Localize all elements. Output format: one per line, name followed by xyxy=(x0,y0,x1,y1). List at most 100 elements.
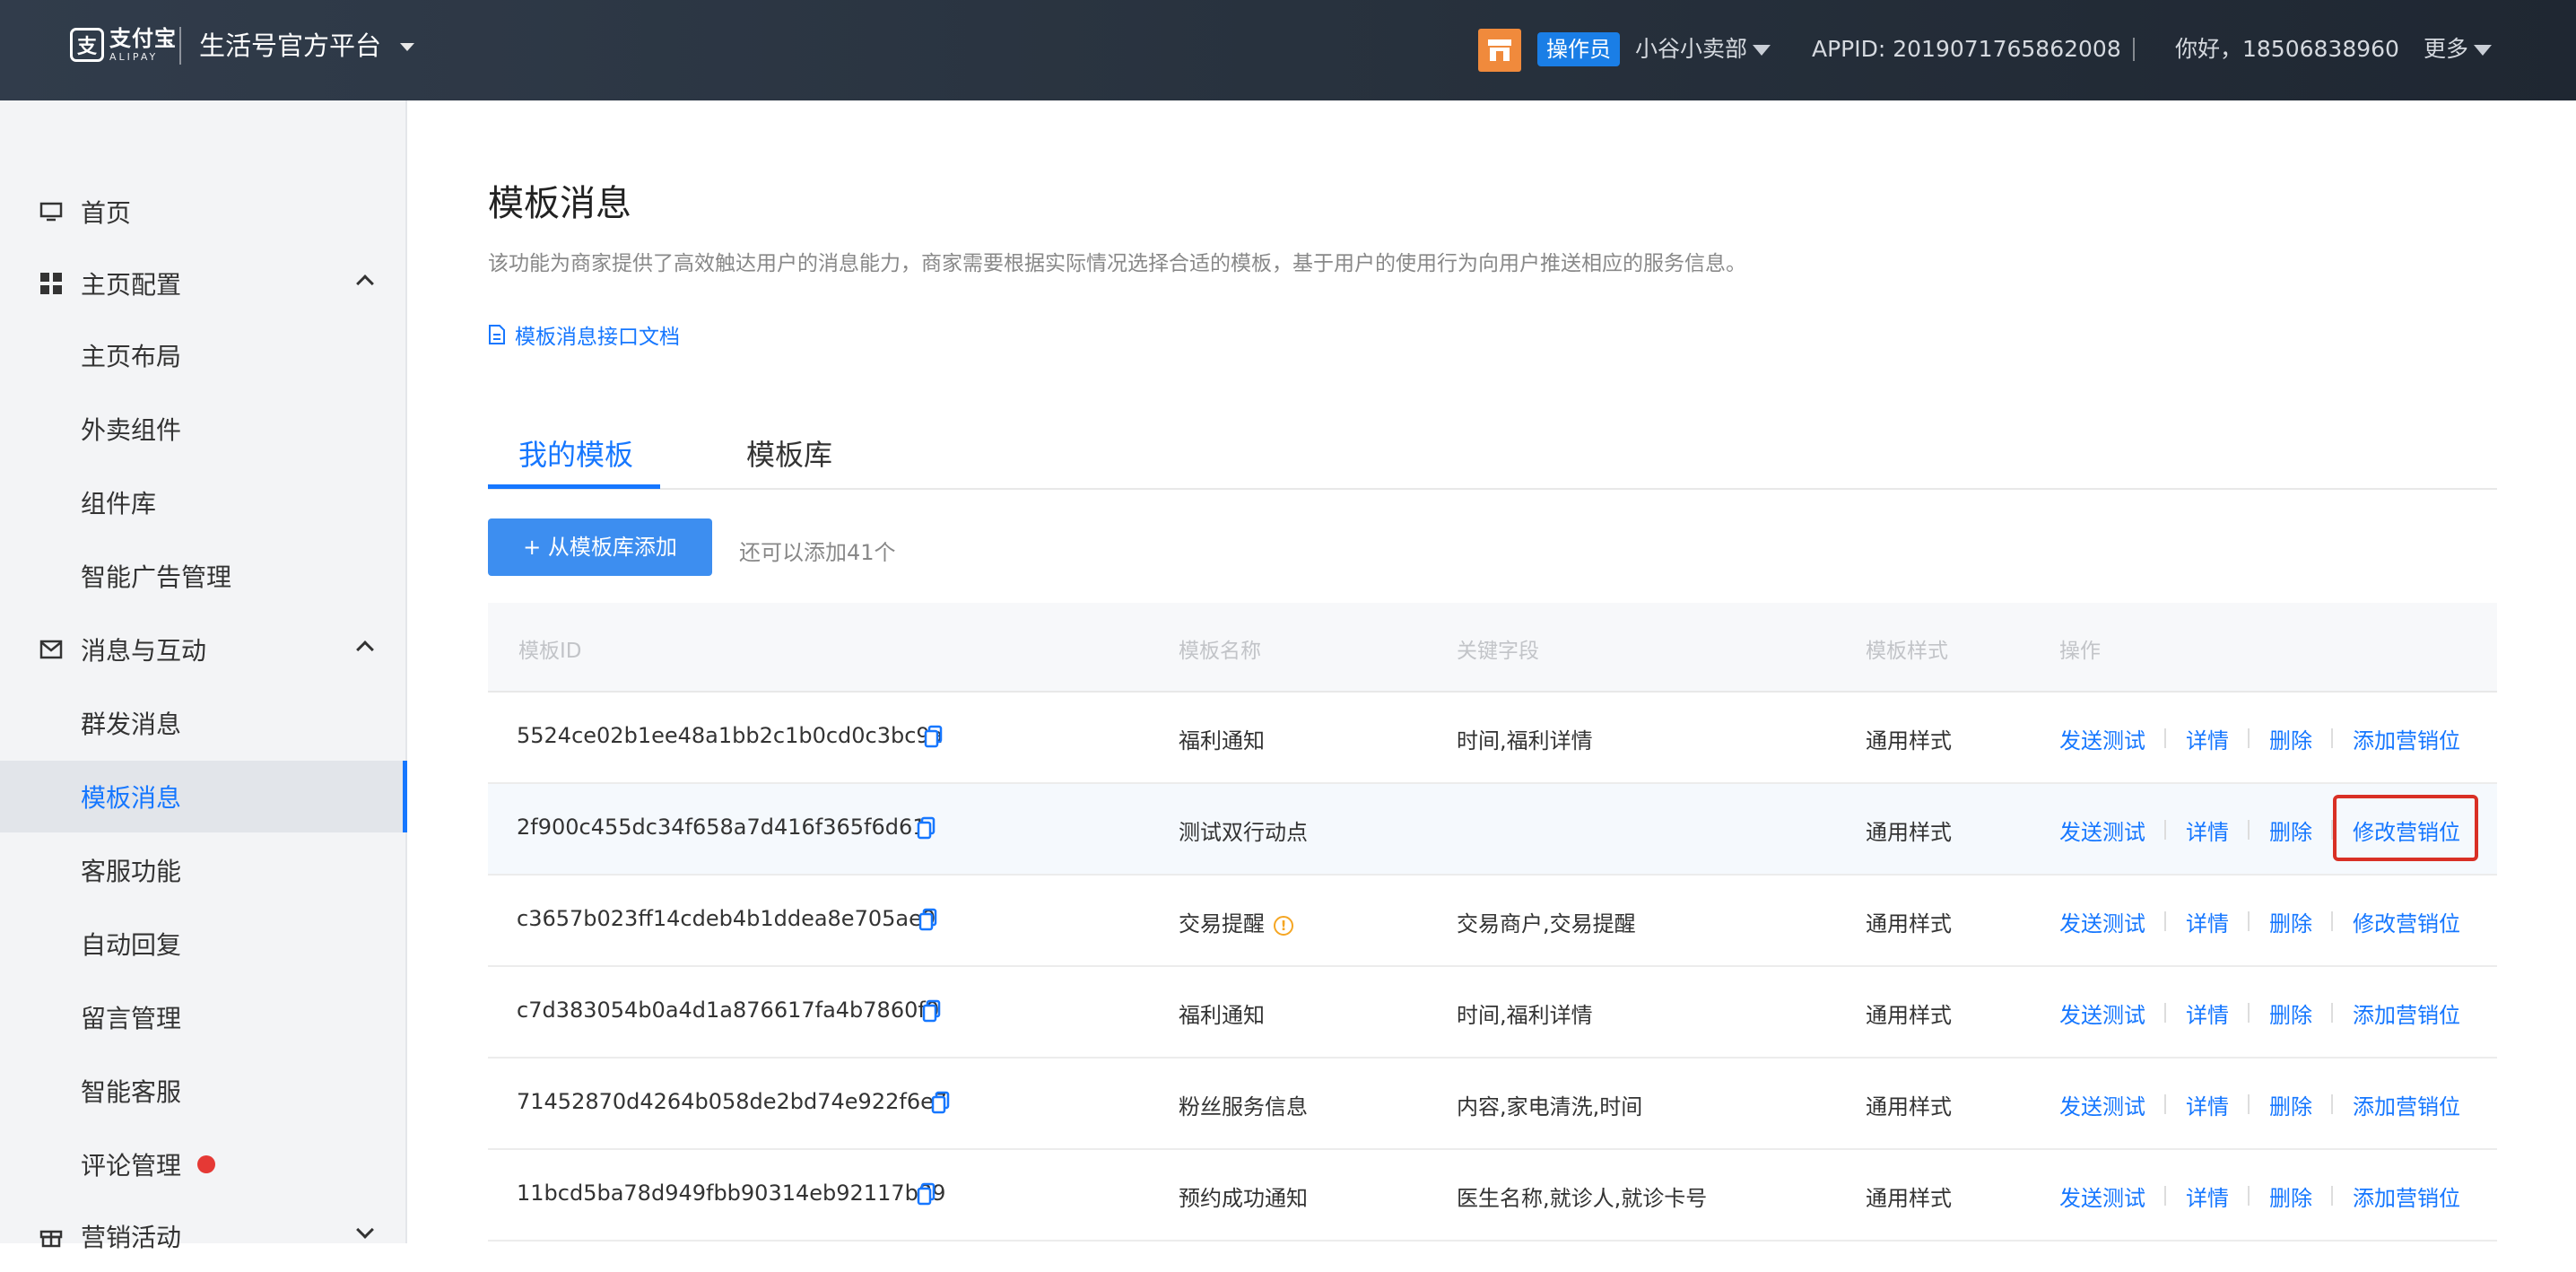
page-title: 模板消息 xyxy=(488,183,631,224)
shop-icon xyxy=(1478,29,1521,72)
page-description: 该功能为商家提供了高效触达用户的消息能力，商家需要根据实际情况选择合适的模板，基… xyxy=(488,252,1746,275)
action-divider xyxy=(2248,728,2250,748)
remaining-quota-hint: 还可以添加41个 xyxy=(739,540,896,565)
sidebar-item-auto-reply[interactable]: 自动回复 xyxy=(0,908,405,980)
sidebar-item-label: 留言管理 xyxy=(81,1004,182,1033)
sidebar-item-label: 组件库 xyxy=(81,489,157,518)
details-link[interactable]: 详情 xyxy=(2186,998,2229,1029)
details-link[interactable]: 详情 xyxy=(2186,1181,2229,1212)
details-link[interactable]: 详情 xyxy=(2186,815,2229,846)
send-test-link[interactable]: 发送测试 xyxy=(2059,1181,2145,1212)
sidebar-item-customer-service[interactable]: 客服功能 xyxy=(0,834,405,906)
sidebar-item-message-board[interactable]: 留言管理 xyxy=(0,981,405,1053)
table-header: 模板ID 模板名称 关键字段 模板样式 操作 xyxy=(488,603,2497,693)
templates-table: 模板ID 模板名称 关键字段 模板样式 操作 5524ce02b1ee48a1b… xyxy=(488,603,2497,1242)
table-row: 71452870d4264b058de2bd74e922f6e7 粉丝服务信息 … xyxy=(488,1059,2497,1150)
template-style: 通用样式 xyxy=(1866,1186,1952,1211)
delete-link[interactable]: 删除 xyxy=(2269,815,2312,846)
copy-icon[interactable] xyxy=(918,908,940,933)
sidebar-item-smart-service[interactable]: 智能客服 xyxy=(0,1055,405,1127)
sidebar-item-label: 首页 xyxy=(81,198,132,228)
action-divider xyxy=(2331,1186,2333,1206)
table-row: 5524ce02b1ee48a1bb2c1b0cd0c3bc9a 福利通知 时间… xyxy=(488,693,2497,784)
marketing-slot-link[interactable]: 添加营销位 xyxy=(2353,723,2460,754)
copy-icon[interactable] xyxy=(917,816,938,841)
monitor-icon xyxy=(38,198,65,225)
template-id: 2f900c455dc34f658a7d416f365f6d61 xyxy=(517,815,927,840)
sidebar-item-label: 营销活动 xyxy=(81,1223,182,1252)
alipay-logo[interactable]: 支 支付宝 ALIPAY xyxy=(70,27,177,63)
column-header-style: 模板样式 xyxy=(1866,640,1948,663)
delete-link[interactable]: 删除 xyxy=(2269,723,2312,754)
sidebar-item-comment-management[interactable]: 评论管理 xyxy=(0,1128,405,1200)
delete-link[interactable]: 删除 xyxy=(2269,1181,2312,1212)
alipay-logo-mark: 支 xyxy=(70,28,104,62)
send-test-link[interactable]: 发送测试 xyxy=(2059,906,2145,937)
template-api-doc-link[interactable]: 模板消息接口文档 xyxy=(488,319,680,350)
appid-text: APPID: 2019071765862008 xyxy=(1812,36,2121,62)
sidebar-item-template-messages[interactable]: 模板消息 xyxy=(0,761,407,832)
sidebar-item-messages-interaction[interactable]: 消息与互动 xyxy=(0,614,405,685)
add-from-library-button[interactable]: + 从模板库添加 xyxy=(488,518,712,576)
send-test-link[interactable]: 发送测试 xyxy=(2059,998,2145,1029)
shop-dropdown-caret-icon[interactable] xyxy=(1753,45,1771,56)
column-header-fields: 关键字段 xyxy=(1457,640,1539,663)
copy-icon[interactable] xyxy=(922,999,944,1024)
template-style: 通用样式 xyxy=(1866,911,1952,937)
sidebar-item-homepage-layout[interactable]: 主页布局 xyxy=(0,319,405,391)
marketing-slot-link[interactable]: 添加营销位 xyxy=(2353,1089,2460,1120)
action-divider xyxy=(2164,1094,2166,1114)
copy-icon[interactable] xyxy=(931,1091,953,1116)
header-divider xyxy=(2133,38,2135,61)
action-divider xyxy=(2248,820,2250,840)
marketing-slot-link[interactable]: 添加营销位 xyxy=(2353,1181,2460,1212)
sidebar-item-component-library[interactable]: 组件库 xyxy=(0,466,405,538)
template-id: 11bcd5ba78d949fbb90314eb92117b89 xyxy=(517,1181,946,1206)
platform-title[interactable]: 生活号官方平台 xyxy=(199,27,381,65)
details-link[interactable]: 详情 xyxy=(2186,723,2229,754)
warning-icon[interactable]: ! xyxy=(1274,916,1293,936)
template-fields: 时间,福利详情 xyxy=(1457,1003,1593,1028)
sidebar-item-label: 评论管理 xyxy=(81,1151,182,1181)
marketing-slot-link[interactable]: 添加营销位 xyxy=(2353,998,2460,1029)
sidebar-item-broadcast[interactable]: 群发消息 xyxy=(0,687,405,759)
sidebar-item-label: 外卖组件 xyxy=(81,415,182,445)
template-style: 通用样式 xyxy=(1866,820,1952,845)
column-header-name: 模板名称 xyxy=(1179,640,1261,663)
template-id: 71452870d4264b058de2bd74e922f6e7 xyxy=(517,1089,948,1114)
column-header-id: 模板ID xyxy=(518,640,582,663)
platform-dropdown-caret-icon[interactable] xyxy=(400,43,414,51)
more-menu[interactable]: 更多 xyxy=(2424,32,2468,66)
shop-switcher[interactable]: 小谷小卖部 xyxy=(1635,32,1747,66)
chevron-down-icon xyxy=(356,1221,374,1239)
details-link[interactable]: 详情 xyxy=(2186,1089,2229,1120)
template-name: 预约成功通知 xyxy=(1179,1186,1308,1211)
details-link[interactable]: 详情 xyxy=(2186,906,2229,937)
copy-icon[interactable] xyxy=(924,725,945,750)
copy-icon[interactable] xyxy=(917,1182,938,1207)
tab-template-library[interactable]: 模板库 xyxy=(746,432,832,474)
template-name-text: 交易提醒 xyxy=(1179,911,1265,937)
top-navigation-bar: 支 支付宝 ALIPAY 生活号官方平台 操作员 小谷小卖部 APPID: 20… xyxy=(0,0,2576,100)
sidebar-item-home[interactable]: 首页 xyxy=(0,176,405,248)
delete-link[interactable]: 删除 xyxy=(2269,998,2312,1029)
delete-link[interactable]: 删除 xyxy=(2269,1089,2312,1120)
more-dropdown-caret-icon[interactable] xyxy=(2474,45,2492,56)
send-test-link[interactable]: 发送测试 xyxy=(2059,815,2145,846)
send-test-link[interactable]: 发送测试 xyxy=(2059,723,2145,754)
sidebar-item-marketing[interactable]: 营销活动 xyxy=(0,1200,405,1272)
template-id: 5524ce02b1ee48a1bb2c1b0cd0c3bc9a xyxy=(517,723,944,748)
sidebar-item-label: 自动回复 xyxy=(81,930,182,960)
delete-link[interactable]: 删除 xyxy=(2269,906,2312,937)
tab-my-templates[interactable]: 我的模板 xyxy=(518,432,633,474)
template-fields: 时间,福利详情 xyxy=(1457,728,1593,754)
marketing-slot-link[interactable]: 修改营销位 xyxy=(2353,906,2460,937)
sidebar-item-smart-ads[interactable]: 智能广告管理 xyxy=(0,540,405,612)
template-name: 测试双行动点 xyxy=(1179,820,1308,845)
template-fields: 医生名称,就诊人,就诊卡号 xyxy=(1457,1186,1708,1211)
sidebar-item-homepage-config[interactable]: 主页配置 xyxy=(0,248,405,319)
column-header-actions: 操作 xyxy=(2059,640,2101,663)
chevron-up-icon xyxy=(356,640,374,658)
sidebar-item-takeout-component[interactable]: 外卖组件 xyxy=(0,393,405,465)
send-test-link[interactable]: 发送测试 xyxy=(2059,1089,2145,1120)
